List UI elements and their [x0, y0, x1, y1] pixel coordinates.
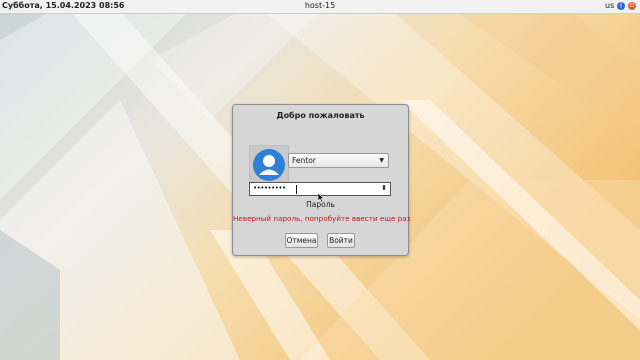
avatar	[249, 145, 289, 185]
login-dialog: Добро пожаловать Fentor ▼ ••••••••• ⬍ Па…	[232, 104, 411, 256]
cancel-button[interactable]: Отмена	[285, 233, 318, 248]
spinner-arrows-icon: ⬍	[381, 184, 387, 192]
user-avatar-icon	[253, 149, 285, 181]
chevron-down-icon: ▼	[379, 157, 384, 164]
hostname-label: host-15	[304, 1, 336, 10]
bluetooth-icon[interactable]: ᛒ	[617, 2, 625, 10]
top-panel: Суббота, 15.04.2023 08:56 host-15 us ᛒ ⏻	[0, 0, 640, 14]
user-select-dropdown[interactable]: Fentor ▼	[288, 153, 389, 168]
mouse-pointer-icon	[318, 193, 325, 203]
password-value: •••••••••	[253, 184, 286, 192]
text-caret	[296, 185, 297, 194]
power-icon[interactable]: ⏻	[628, 2, 636, 10]
login-button[interactable]: Войти	[327, 233, 355, 248]
user-select-value: Fentor	[292, 156, 316, 165]
error-message: Неверный пароль, попробуйте ввести еще р…	[233, 214, 411, 223]
dialog-title: Добро пожаловать	[276, 111, 365, 120]
keyboard-layout-indicator[interactable]: us	[605, 1, 614, 10]
